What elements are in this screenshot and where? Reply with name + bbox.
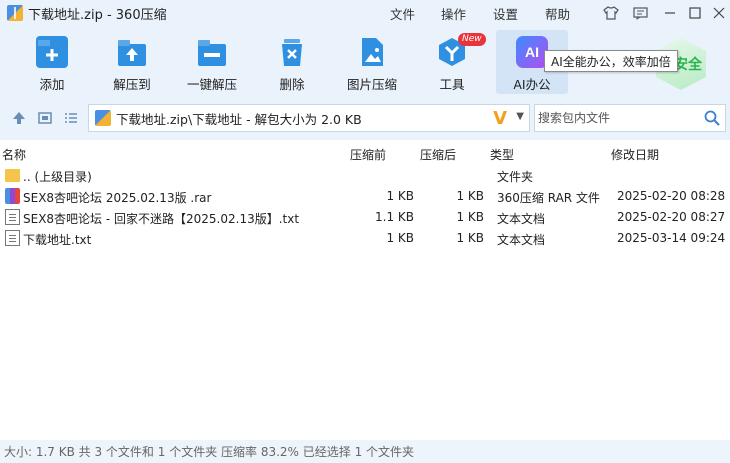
file-type: 文本文档 bbox=[497, 233, 546, 247]
search-input[interactable] bbox=[538, 111, 698, 125]
one-click-extract-label: 一键解压 bbox=[186, 77, 237, 92]
extract-to-label: 解压到 bbox=[113, 77, 151, 92]
address-path: 下载地址.zip\下载地址 - 解包大小为 2.0 KB bbox=[116, 111, 362, 127]
col-modified[interactable]: 修改日期 bbox=[611, 146, 659, 163]
one-click-extract-icon bbox=[196, 36, 228, 68]
menu-file[interactable]: 文件 bbox=[390, 4, 415, 23]
extract-to-button[interactable]: 解压到 bbox=[96, 30, 168, 94]
col-compressed[interactable]: 压缩后 bbox=[420, 146, 456, 163]
address-row: 下载地址.zip\下载地址 - 解包大小为 2.0 KB V ▼ bbox=[0, 100, 730, 136]
new-badge: New bbox=[458, 33, 486, 46]
file-compressed: 1 KB bbox=[456, 189, 484, 203]
table-row[interactable]: .. (上级目录) 文件夹 bbox=[0, 165, 730, 186]
file-type: 文件夹 bbox=[497, 170, 534, 184]
col-type[interactable]: 类型 bbox=[490, 146, 514, 163]
add-button[interactable]: 添加 bbox=[16, 30, 88, 94]
col-name[interactable]: 名称 bbox=[2, 146, 26, 163]
file-modified: 2025-02-20 08:27 bbox=[617, 210, 726, 224]
image-compress-label: 图片压缩 bbox=[346, 77, 397, 92]
image-compress-button[interactable]: 图片压缩 bbox=[336, 30, 408, 94]
ai-office-label: AI办公 bbox=[513, 77, 551, 92]
image-compress-icon bbox=[356, 36, 388, 68]
minimize-button[interactable] bbox=[659, 3, 681, 23]
delete-icon bbox=[276, 36, 308, 68]
file-type: 文本文档 bbox=[497, 212, 546, 226]
file-modified: 2025-02-20 08:28 bbox=[617, 189, 726, 203]
search-icon[interactable] bbox=[704, 110, 720, 129]
menu-operate[interactable]: 操作 bbox=[441, 4, 466, 23]
table-row[interactable]: SEX8杏吧论坛 - 回家不迷路【2025.02.13版】.txt 1.1 KB… bbox=[0, 207, 730, 228]
menu-settings[interactable]: 设置 bbox=[493, 4, 518, 23]
txt-file-icon bbox=[5, 209, 20, 225]
up-arrow-icon[interactable] bbox=[10, 109, 28, 127]
zip-file-icon bbox=[95, 110, 111, 126]
column-header: 名称 压缩前 压缩后 类型 修改日期 bbox=[0, 140, 730, 164]
delete-label: 删除 bbox=[279, 77, 305, 92]
file-name: .. (上级目录) bbox=[23, 170, 92, 184]
chevron-down-icon[interactable]: ▼ bbox=[516, 111, 524, 122]
add-label: 添加 bbox=[39, 77, 65, 92]
folder-icon bbox=[5, 169, 20, 182]
v-verify-icon[interactable]: V bbox=[493, 108, 507, 129]
file-packed: 1 KB bbox=[386, 189, 414, 203]
file-type: 360压缩 RAR 文件 bbox=[497, 191, 600, 205]
ai-tooltip: AI全能办公，效率加倍 bbox=[544, 50, 678, 72]
rar-file-icon bbox=[5, 188, 20, 204]
file-packed: 1.1 KB bbox=[375, 210, 414, 224]
file-packed: 1 KB bbox=[386, 231, 414, 245]
file-list: 名称 压缩前 压缩后 类型 修改日期 .. (上级目录) 文件夹 SEX8杏吧论… bbox=[0, 140, 730, 440]
tools-button[interactable]: New 工具 bbox=[416, 30, 488, 94]
search-box[interactable] bbox=[534, 104, 726, 132]
skin-shirt-icon[interactable] bbox=[600, 3, 622, 23]
status-bar: 大小: 1.7 KB 共 3 个文件和 1 个文件夹 压缩率 83.2% 已经选… bbox=[0, 440, 730, 463]
feedback-icon[interactable] bbox=[629, 3, 651, 23]
maximize-button[interactable] bbox=[684, 3, 706, 23]
file-compressed: 1 KB bbox=[456, 231, 484, 245]
file-compressed: 1 KB bbox=[456, 210, 484, 224]
col-packed[interactable]: 压缩前 bbox=[350, 146, 386, 163]
one-click-extract-button[interactable]: 一键解压 bbox=[176, 30, 248, 94]
menu-help[interactable]: 帮助 bbox=[545, 4, 570, 23]
txt-file-icon bbox=[5, 230, 20, 246]
view-list-icon[interactable] bbox=[62, 109, 80, 127]
extract-to-icon bbox=[116, 36, 148, 68]
close-button[interactable] bbox=[708, 3, 730, 23]
status-text: 大小: 1.7 KB 共 3 个文件和 1 个文件夹 压缩率 83.2% 已经选… bbox=[4, 445, 415, 459]
table-row[interactable]: 下载地址.txt 1 KB 1 KB 文本文档 2025-03-14 09:24 bbox=[0, 228, 730, 249]
view-detail-icon[interactable] bbox=[36, 109, 54, 127]
address-bar[interactable]: 下载地址.zip\下载地址 - 解包大小为 2.0 KB V ▼ bbox=[88, 104, 530, 132]
table-row[interactable]: SEX8杏吧论坛 2025.02.13版 .rar 1 KB 1 KB 360压… bbox=[0, 186, 730, 207]
file-name: SEX8杏吧论坛 - 回家不迷路【2025.02.13版】.txt bbox=[23, 212, 300, 226]
file-name: 下载地址.txt bbox=[23, 233, 92, 247]
add-icon bbox=[36, 36, 68, 68]
file-modified: 2025-03-14 09:24 bbox=[617, 231, 726, 245]
delete-button[interactable]: 删除 bbox=[256, 30, 328, 94]
file-name: SEX8杏吧论坛 2025.02.13版 .rar bbox=[23, 191, 212, 205]
tools-label: 工具 bbox=[439, 77, 465, 92]
